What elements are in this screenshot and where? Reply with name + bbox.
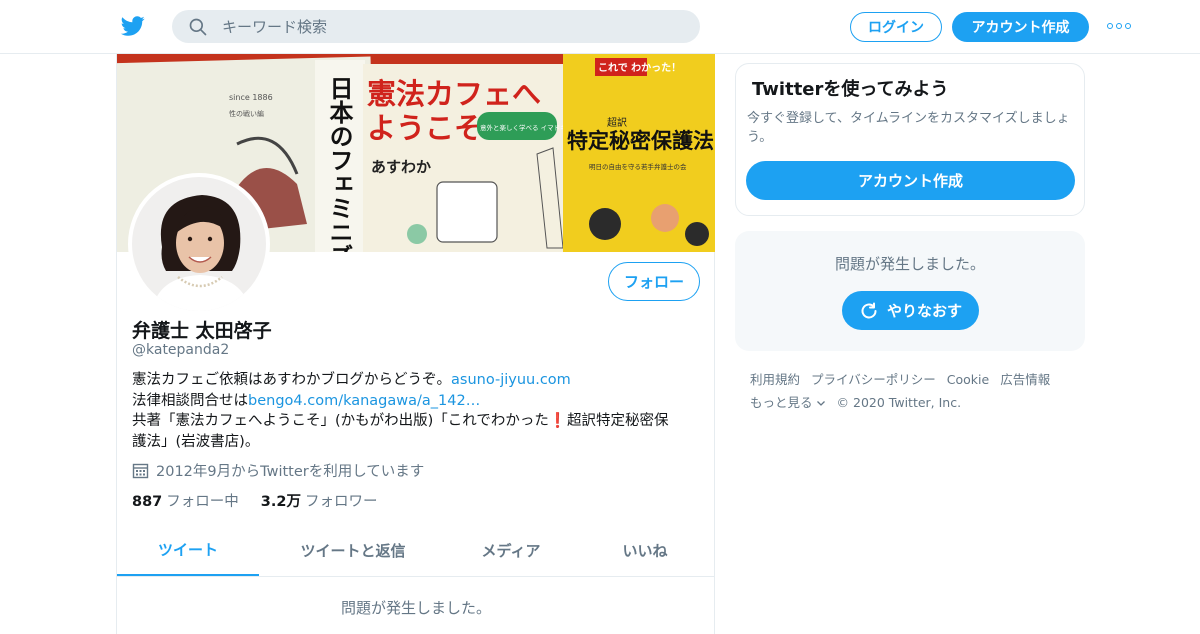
following-label: フォロー中 bbox=[166, 494, 239, 510]
footer-link-cookie[interactable]: Cookie bbox=[947, 368, 989, 391]
signup-prompt-description: 今すぐ登録して、タイムラインをカスタマイズしましょう。 bbox=[747, 111, 1070, 145]
exclamation-emoji-icon: ❗ bbox=[548, 413, 567, 429]
top-navigation-bar: ログイン アカウント作成 bbox=[0, 0, 1200, 54]
profile-handle[interactable]: @katepanda2 bbox=[132, 342, 229, 358]
signup-button[interactable]: アカウント作成 bbox=[952, 12, 1089, 42]
footer-link-terms[interactable]: 利用規約 bbox=[750, 368, 800, 391]
signup-prompt-title: Twitterを使ってみよう bbox=[752, 79, 949, 100]
more-dots-icon[interactable] bbox=[1107, 20, 1131, 32]
joined-date: 2012年9月からTwitterを利用しています bbox=[132, 460, 424, 481]
login-button[interactable]: ログイン bbox=[850, 12, 942, 42]
banner-book3-sub: 超訳 bbox=[607, 116, 627, 129]
avatar-image bbox=[132, 177, 266, 311]
followers-count: 3.2万 bbox=[260, 494, 301, 510]
profile-avatar[interactable] bbox=[128, 173, 270, 315]
search-icon bbox=[189, 18, 207, 36]
profile-stats: 887 フォロー中 3.2万 フォロワー bbox=[132, 490, 377, 511]
bio-line1-text: 憲法カフェご依頼はあすわかブログからどうぞ。 bbox=[132, 372, 451, 388]
banner-book1-sub: 性の戦い編 bbox=[229, 109, 264, 118]
joined-text: 2012年9月からTwitterを利用しています bbox=[156, 464, 425, 480]
footer: 利用規約 プライバシーポリシー Cookie 広告情報 もっと見る © 2020… bbox=[750, 368, 1085, 414]
sidebar-signup-button[interactable]: アカウント作成 bbox=[746, 161, 1075, 200]
following-count: 887 bbox=[132, 494, 163, 510]
bio-line3-text: 共著「憲法カフェへようこそ」(かもがわ出版)「これでわかった bbox=[132, 413, 549, 429]
timeline-error-message: 問題が発生しました。 bbox=[340, 599, 491, 617]
refresh-icon bbox=[861, 302, 877, 318]
followers-label: フォロワー bbox=[304, 494, 378, 510]
bio-link-asuno[interactable]: asuno-jiyuu.com bbox=[451, 372, 571, 388]
following-stat[interactable]: 887 フォロー中 bbox=[132, 490, 239, 511]
search-input[interactable] bbox=[222, 10, 682, 43]
search-box[interactable] bbox=[172, 10, 700, 43]
followers-stat[interactable]: 3.2万 フォロワー bbox=[261, 490, 378, 511]
tab-tweets-and-replies[interactable]: ツイートと返信 bbox=[259, 524, 447, 576]
chevron-down-icon bbox=[816, 400, 825, 406]
banner-book1-title: 日本のフェミニズム bbox=[325, 76, 353, 252]
bio-line2-text: 法律相談問合せは bbox=[132, 392, 248, 409]
follow-button[interactable]: フォロー bbox=[608, 262, 700, 301]
retry-label: やりなおす bbox=[886, 302, 962, 320]
banner-book1-since: since 1886 bbox=[229, 93, 273, 102]
bio-line3-rest: 超訳特定秘密保 bbox=[566, 413, 669, 429]
sidebar-error-card: 問題が発生しました。 やりなおす bbox=[735, 231, 1085, 351]
bio-line4-text: 護法」(岩波書店)。 bbox=[132, 433, 260, 450]
footer-link-privacy[interactable]: プライバシーポリシー bbox=[811, 368, 936, 391]
tab-media[interactable]: メディア bbox=[447, 524, 575, 576]
footer-copyright: © 2020 Twitter, Inc. bbox=[836, 395, 962, 410]
profile-name[interactable]: 弁護士 太田啓子 bbox=[132, 316, 272, 343]
footer-link-ads[interactable]: 広告情報 bbox=[1000, 368, 1050, 391]
profile-column: since 1886 性の戦い編 日本のフェミニズム 憲法カフェへ ようこそ 意… bbox=[116, 54, 715, 634]
profile-bio: 憲法カフェご依頼はあすわかブログからどうぞ。asuno-jiyuu.com 法律… bbox=[132, 370, 702, 452]
signup-prompt-card: Twitterを使ってみよう 今すぐ登録して、タイムラインをカスタマイズしましょ… bbox=[735, 63, 1085, 216]
tab-likes[interactable]: いいね bbox=[575, 524, 715, 576]
retry-button[interactable]: やりなおす bbox=[842, 291, 979, 330]
banner-book3-title: 特定秘密保護法 bbox=[567, 129, 714, 153]
banner-book3-caption: 明日の自由を守る若手弁護士の会 bbox=[589, 162, 687, 171]
tab-tweets[interactable]: ツイート bbox=[117, 524, 259, 576]
footer-more-link[interactable]: もっと見る bbox=[750, 391, 826, 414]
bio-link-bengo4[interactable]: bengo4.com/kanagawa/a_142… bbox=[248, 393, 480, 409]
sidebar-error-message: 問題が発生しました。 bbox=[834, 255, 985, 273]
calendar-icon bbox=[132, 463, 149, 479]
banner-book3-top: これで わかった！ bbox=[598, 62, 681, 74]
banner-book2-title-2: ようこそ bbox=[367, 111, 483, 145]
banner-book2-author: あすわか bbox=[371, 158, 431, 176]
twitter-bird-icon[interactable] bbox=[120, 14, 146, 38]
profile-tabs: ツイート ツイートと返信 メディア いいね bbox=[117, 524, 715, 577]
footer-more-label: もっと見る bbox=[750, 395, 813, 410]
banner-book2-title-1: 憲法カフェへ bbox=[367, 77, 541, 111]
